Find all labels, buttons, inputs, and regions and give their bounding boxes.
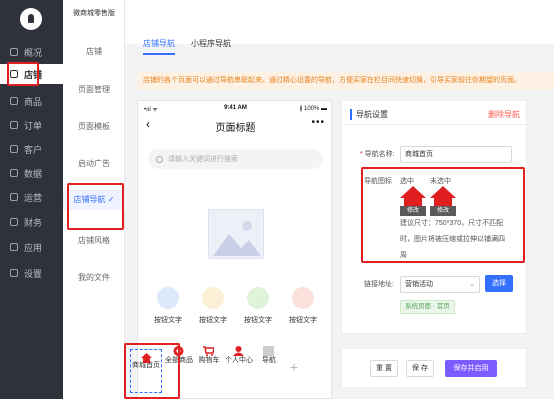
link-target-tag: 系统页面 - 首页	[400, 300, 455, 314]
image-placeholder	[208, 209, 264, 259]
grid-button-1[interactable]: 按钮文字	[148, 287, 188, 325]
subnav-item-my-files[interactable]: 我的文件	[63, 272, 125, 283]
notice-banner: 店铺的各个页面可以通过导航串联起来。通过精心设置的导航，方便买家在栏目间快速切换…	[137, 72, 554, 90]
search-input[interactable]: 请输入关键词进行搜索	[148, 149, 323, 169]
link-type-select[interactable]: 营销活动 ⌄	[400, 276, 480, 293]
data-icon	[10, 169, 18, 177]
image-placeholder-icon	[213, 221, 261, 256]
subnav-item-page-manage[interactable]: 页面管理	[63, 84, 125, 95]
subnav-item-launch-ad[interactable]: 启动广告	[63, 158, 125, 169]
highlight-box-store	[7, 62, 39, 86]
delete-nav-link[interactable]: 删除导航	[488, 109, 520, 120]
status-bar: •ııl ᯤ 9:41 AM ∦ 100% ▬	[138, 105, 333, 115]
more-icon[interactable]: •••	[311, 117, 325, 128]
search-icon	[156, 155, 163, 163]
tabbar-item-profile[interactable]: 个人中心	[224, 343, 254, 399]
sidebar-item-orders[interactable]: 订单	[0, 115, 63, 135]
person-icon	[233, 346, 244, 356]
gear-icon	[10, 269, 18, 277]
add-nav-icon[interactable]: +	[284, 343, 304, 399]
chevron-down-icon: ⌄	[469, 281, 475, 288]
nav-name-input[interactable]: 商城首页	[400, 146, 512, 163]
goods-icon	[10, 97, 18, 105]
sidebar-item-apps[interactable]: 应用	[0, 237, 63, 257]
image-icon	[292, 287, 314, 309]
highlight-box-home-tab	[124, 343, 180, 399]
tab-miniapp-nav[interactable]: 小程序导航	[191, 38, 231, 55]
subnav-section-title: 店铺	[86, 47, 102, 56]
phone-title-bar: ‹ 页面标题 •••	[138, 117, 333, 135]
highlight-box-icon-settings	[361, 167, 525, 263]
store-name: 微商城零售版	[73, 10, 115, 17]
subnav-item-store-style[interactable]: 店铺风格	[63, 235, 125, 246]
highlight-box-store-nav	[67, 183, 124, 230]
search-placeholder: 请输入关键词进行搜索	[168, 156, 238, 163]
grid-button-4[interactable]: 按钮文字	[283, 287, 323, 325]
sidebar-item-finance[interactable]: 财务	[0, 212, 63, 232]
nav-tabs: 店铺导航 小程序导航	[143, 38, 231, 55]
image-icon	[247, 287, 269, 309]
panel-title: 导航设置	[350, 109, 388, 120]
button-grid: 按钮文字 按钮文字 按钮文字 按钮文字	[148, 287, 323, 325]
link-label: 链接地址:	[364, 281, 394, 288]
operations-icon	[10, 193, 18, 201]
save-and-enable-button[interactable]: 保存并启用	[445, 360, 497, 377]
main-sidebar: 概况 店铺 商品 订单 客户 数据 运营 财务 应用 设置	[0, 0, 63, 399]
sidebar-item-data[interactable]: 数据	[0, 163, 63, 183]
sidebar-item-settings[interactable]: 设置	[0, 263, 63, 283]
sidebar-item-overview[interactable]: 概况	[0, 42, 63, 62]
action-footer: 重 置 保 存 保存并启用	[341, 348, 527, 388]
grid-button-2[interactable]: 按钮文字	[193, 287, 233, 325]
tab-store-nav[interactable]: 店铺导航	[143, 38, 175, 55]
sidebar-item-goods[interactable]: 商品	[0, 91, 63, 111]
finance-icon	[10, 218, 18, 226]
customers-icon	[10, 145, 18, 153]
cart-icon	[203, 346, 214, 356]
panel-header: 导航设置 删除导航	[342, 101, 528, 125]
page-title: 页面标题	[215, 123, 256, 134]
subnav-item-page-template[interactable]: 页面模板	[63, 121, 125, 132]
image-icon	[157, 287, 179, 309]
choose-link-button[interactable]: 选择	[485, 275, 513, 292]
nav-icon	[263, 346, 274, 356]
apps-icon	[10, 243, 18, 251]
tabbar-item-cart[interactable]: 购物车	[194, 343, 224, 399]
logo	[20, 8, 42, 30]
battery-icon: ∦ 100% ▬	[299, 106, 327, 112]
sidebar-item-customers[interactable]: 客户	[0, 139, 63, 159]
grid-button-3[interactable]: 按钮文字	[238, 287, 278, 325]
reset-button[interactable]: 重 置	[370, 360, 398, 377]
overview-icon	[10, 48, 18, 56]
tabbar-item-nav[interactable]: 导航	[254, 343, 284, 399]
nav-name-label: * 导航名称:	[360, 151, 395, 158]
image-icon	[202, 287, 224, 309]
sidebar-item-operations[interactable]: 运营	[0, 187, 63, 207]
orders-icon	[10, 121, 18, 129]
save-button[interactable]: 保 存	[406, 360, 434, 377]
